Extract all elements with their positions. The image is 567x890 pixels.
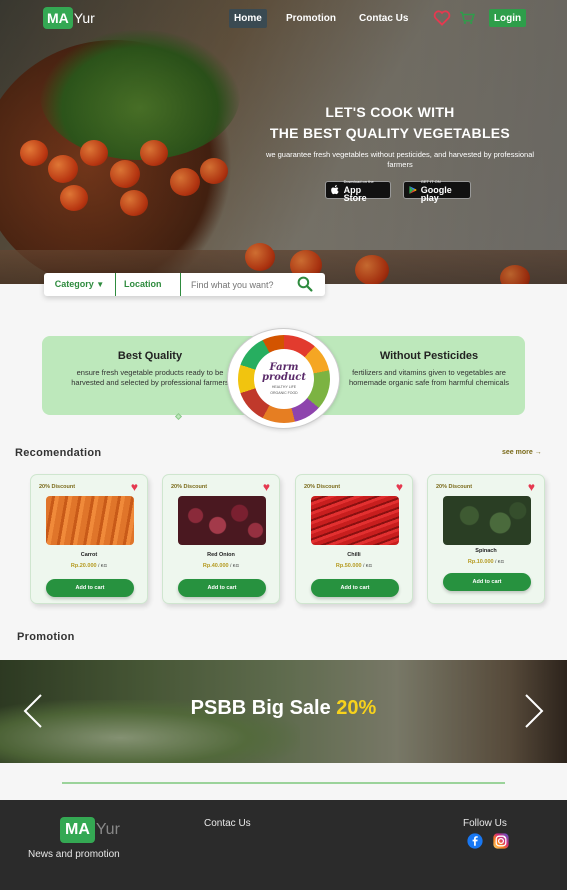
promo-banner-text: PSBB Big Sale 20% (0, 697, 567, 720)
red-onion-image (178, 496, 266, 545)
product-price: Rp.40.000 / KG (163, 563, 279, 569)
product-price: Rp.50.000 / KG (296, 563, 412, 569)
discount-label: 20% Discount (304, 484, 341, 490)
nav-promotion-link[interactable]: Promotion (286, 13, 336, 24)
navbar: MA Yur Home Promotion Contac Us Login (0, 6, 567, 30)
product-name: Carrot (80, 552, 98, 558)
app-store-text: App Store (343, 185, 367, 203)
arrow-right-icon: → (534, 449, 542, 456)
add-to-cart-button[interactable]: Add to cart (178, 579, 266, 597)
price-unit: / KG (363, 563, 373, 568)
hero-title-line2: THE BEST QUALITY VEGETABLES (269, 125, 511, 141)
price-value: Rp.10.000 (467, 559, 494, 565)
feature-text: fertilizers and vitamins given to vegeta… (348, 368, 510, 387)
price-unit: / KG (495, 559, 505, 564)
heart-icon[interactable]: ♥ (396, 480, 403, 494)
logo-yur: Yur (73, 10, 95, 26)
add-to-cart-button[interactable]: Add to cart (46, 579, 134, 597)
promo-title: PSBB Big Sale (190, 697, 331, 719)
recommendation-title: Recomendation (15, 447, 102, 459)
add-to-cart-button[interactable]: Add to cart (443, 573, 531, 591)
feature-title: Without Pesticides (379, 350, 479, 362)
carrot-image (46, 496, 134, 545)
chevron-right-icon[interactable] (523, 693, 545, 729)
heart-icon[interactable]: ♥ (131, 480, 138, 494)
location-dropdown[interactable]: Location (116, 273, 181, 296)
product-price: Rp.20.000 / KG (31, 563, 147, 569)
promotion-carousel: PSBB Big Sale 20% (0, 660, 567, 763)
product-card-spinach[interactable]: 20% Discount ♥ Spinach Rp.10.000 / KG Ad… (427, 474, 545, 604)
price-unit: / KG (230, 563, 240, 568)
chilli-image (311, 496, 399, 545)
badge-title-line2: product (262, 372, 306, 383)
hero-banner: MA Yur Home Promotion Contac Us Login LE… (0, 0, 567, 284)
hero-title: LET'S COOK WITH THE BEST QUALITY VEGETAB… (240, 102, 540, 144)
product-price: Rp.10.000 / KG (428, 559, 544, 565)
spinach-image (443, 496, 531, 545)
footer: MA Yur News and promotion Contac Us Foll… (0, 800, 567, 890)
logo-yur: Yur (95, 821, 120, 838)
product-name: Red Onion (207, 552, 235, 558)
footer-follow: Follow Us (463, 818, 507, 829)
app-store-button[interactable]: Download on the App Store (325, 179, 391, 203)
discount-label: 20% Discount (39, 484, 76, 490)
product-card-chilli[interactable]: 20% Discount ♥ Chilli Rp.50.000 / KG Add… (295, 474, 413, 604)
nav-home-link[interactable]: Home (229, 9, 267, 28)
badge-sub-line1: HEALTHY LIFE (271, 385, 297, 389)
price-value: Rp.40.000 (202, 563, 229, 569)
price-value: Rp.20.000 (70, 563, 97, 569)
category-label: Category (54, 279, 94, 289)
heart-icon[interactable]: ♥ (528, 480, 535, 494)
hero-title-line1: LET'S COOK WITH (325, 104, 455, 120)
promotion-title: Promotion (17, 631, 75, 643)
login-button[interactable]: Login (489, 9, 526, 27)
feature-without-pesticides: Without Pesticides fertilizers and vitam… (339, 350, 519, 388)
chevron-left-icon[interactable] (22, 693, 44, 729)
see-more-label: see more (502, 449, 533, 456)
google-play-icon (409, 186, 417, 194)
carousel-progress-bar (62, 782, 505, 784)
feature-title: Best Quality (117, 350, 183, 362)
search-bar: Category ▼ Location (44, 273, 325, 296)
price-unit: / KG (98, 563, 108, 568)
footer-contact: Contac Us (204, 818, 251, 829)
feature-best-quality: Best Quality ensure fresh vegetable prod… (60, 350, 240, 388)
product-name: Chilli (347, 552, 361, 558)
heart-icon[interactable]: ♥ (263, 480, 270, 494)
footer-logo[interactable]: MA Yur (60, 817, 120, 843)
nav-contact-link[interactable]: Contac Us (359, 13, 408, 24)
logo[interactable]: MA Yur (43, 6, 95, 30)
feature-text: ensure fresh vegetable products ready to… (71, 368, 229, 387)
product-name: Spinach (475, 548, 497, 554)
hero-subtitle: we guarantee fresh vegetables without pe… (265, 150, 535, 169)
badge-sub-line2: ORGANIC FOOD (270, 391, 298, 395)
vegetables-ring-image: Farm product HEALTHY LIFE ORGANIC FOOD (238, 335, 330, 423)
product-card-red-onion[interactable]: 20% Discount ♥ Red Onion Rp.40.000 / KG … (162, 474, 280, 604)
add-to-cart-button[interactable]: Add to cart (311, 579, 399, 597)
search-input[interactable] (191, 279, 296, 290)
heart-icon[interactable] (433, 10, 451, 26)
price-value: Rp.50.000 (335, 563, 362, 569)
product-card-carrot[interactable]: 20% Discount ♥ Carrot Rp.20.000 / KG Add… (30, 474, 148, 604)
discount-label: 20% Discount (171, 484, 208, 490)
chevron-down-icon: ▼ (96, 280, 105, 289)
google-play-button[interactable]: GET IT ON Google play (403, 179, 471, 203)
see-more-link[interactable]: see more → (502, 449, 542, 456)
discount-label: 20% Discount (436, 484, 473, 490)
category-dropdown[interactable]: Category ▼ (44, 273, 116, 296)
promo-percent: 20% (336, 697, 377, 719)
cart-icon[interactable] (458, 11, 476, 25)
footer-news: News and promotion (28, 849, 120, 860)
farm-product-badge: Farm product HEALTHY LIFE ORGANIC FOOD (227, 328, 340, 429)
logo-ma: MA (43, 7, 73, 29)
google-play-text: Google play (420, 185, 452, 203)
search-icon[interactable] (297, 276, 313, 292)
logo-ma: MA (60, 817, 95, 843)
instagram-icon[interactable] (493, 833, 509, 849)
apple-icon (331, 185, 339, 195)
facebook-icon[interactable] (467, 833, 483, 849)
